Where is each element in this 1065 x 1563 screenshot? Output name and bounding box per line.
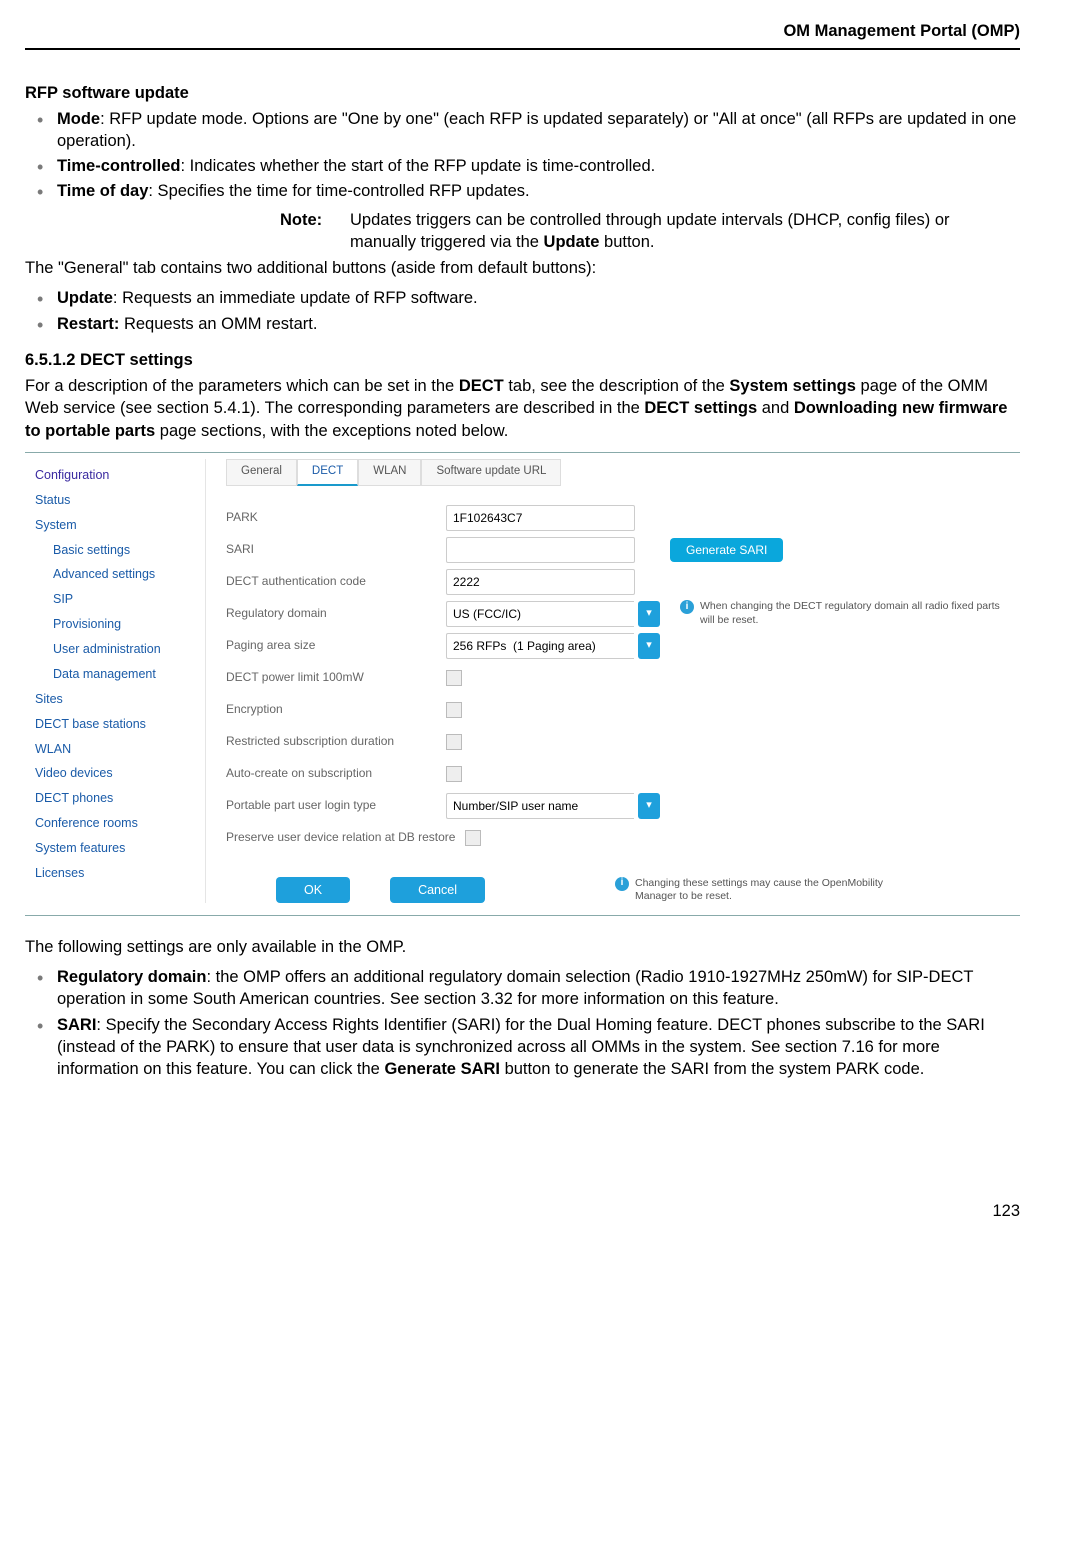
paging-select[interactable] [446,633,634,659]
sidebar-item-video[interactable]: Video devices [35,761,205,786]
encryption-label: Encryption [226,701,446,717]
chevron-down-icon[interactable]: ▾ [638,793,660,819]
sari-input[interactable] [446,537,635,563]
sidebar-item-sip[interactable]: SIP [53,587,205,612]
sidebar-item-advanced-settings[interactable]: Advanced settings [53,562,205,587]
sidebar-item-system[interactable]: System [35,513,205,538]
note-text: Updates triggers can be controlled throu… [350,209,1020,254]
dect-settings-para: For a description of the parameters whic… [25,375,1020,442]
omp-only-para: The following settings are only availabl… [25,936,1020,958]
omp-screenshot: Configuration Status System Basic settin… [25,452,1020,916]
info-icon: i [680,600,694,614]
sidebar-item-basic-settings[interactable]: Basic settings [53,538,205,563]
paging-label: Paging area size [226,637,446,653]
list-item: Restart: Requests an OMM restart. [55,313,1020,335]
generate-sari-button[interactable]: Generate SARI [670,538,783,562]
dect-settings-heading: 6.5.1.2 DECT settings [25,349,1020,371]
login-type-select[interactable] [446,793,634,819]
note-label: Note: [280,209,350,254]
sidebar-item-dect-base[interactable]: DECT base stations [35,712,205,737]
sidebar-item-status[interactable]: Status [35,488,205,513]
sidebar-item-licenses[interactable]: Licenses [35,861,205,886]
cancel-button[interactable]: Cancel [390,877,485,903]
general-buttons-list: Update: Requests an immediate update of … [25,287,1020,335]
note-block: Note: Updates triggers can be controlled… [25,209,1020,254]
tab-dect[interactable]: DECT [297,459,358,486]
park-input[interactable] [446,505,635,531]
power-limit-label: DECT power limit 100mW [226,669,446,685]
sidebar-item-sites[interactable]: Sites [35,687,205,712]
encryption-checkbox[interactable] [446,702,462,718]
sidebar-item-conference[interactable]: Conference rooms [35,811,205,836]
preserve-rel-label: Preserve user device relation at DB rest… [226,829,455,845]
chevron-down-icon[interactable]: ▾ [638,601,660,627]
list-item: SARI: Specify the Secondary Access Right… [55,1014,1020,1081]
auto-create-label: Auto-create on subscription [226,765,446,781]
info-icon: i [615,877,629,891]
sidebar-item-configuration[interactable]: Configuration [35,463,205,488]
auto-create-checkbox[interactable] [446,766,462,782]
park-label: PARK [226,509,446,525]
restricted-sub-checkbox[interactable] [446,734,462,750]
sari-label: SARI [226,541,446,557]
rfp-update-title: RFP software update [25,82,1020,104]
list-item: Regulatory domain: the OMP offers an add… [55,966,1020,1011]
auth-code-label: DECT authentication code [226,573,446,589]
list-item: Time of day: Specifies the time for time… [55,180,1020,202]
sidebar-item-data-mgmt[interactable]: Data management [53,662,205,687]
list-item: Mode: RFP update mode. Options are "One … [55,108,1020,153]
power-limit-checkbox[interactable] [446,670,462,686]
footer-warning: i Changing these settings may cause the … [615,877,905,903]
auth-code-input[interactable] [446,569,635,595]
rfp-update-list: Mode: RFP update mode. Options are "One … [25,108,1020,203]
sidebar-item-provisioning[interactable]: Provisioning [53,612,205,637]
tab-general[interactable]: General [226,459,297,486]
list-item: Update: Requests an immediate update of … [55,287,1020,309]
page-header: OM Management Portal (OMP) [25,20,1020,50]
reg-domain-label: Regulatory domain [226,605,446,621]
nav-sidebar: Configuration Status System Basic settin… [25,459,205,903]
sidebar-item-dect-phones[interactable]: DECT phones [35,786,205,811]
reg-domain-select[interactable] [446,601,634,627]
sidebar-item-features[interactable]: System features [35,836,205,861]
omp-only-list: Regulatory domain: the OMP offers an add… [25,966,1020,1080]
sidebar-item-user-admin[interactable]: User administration [53,637,205,662]
tab-wlan[interactable]: WLAN [358,459,421,486]
tab-software-update-url[interactable]: Software update URL [421,459,561,486]
list-item: Time-controlled: Indicates whether the s… [55,155,1020,177]
restricted-sub-label: Restricted subscription duration [226,733,446,749]
chevron-down-icon[interactable]: ▾ [638,633,660,659]
tab-bar: General DECT WLAN Software update URL [226,459,1010,486]
sidebar-item-wlan[interactable]: WLAN [35,737,205,762]
login-type-label: Portable part user login type [226,797,446,813]
general-tab-note: The "General" tab contains two additiona… [25,257,1020,279]
reg-domain-note: i When changing the DECT regulatory doma… [680,600,1010,626]
preserve-rel-checkbox[interactable] [465,830,481,846]
settings-panel: General DECT WLAN Software update URL PA… [205,459,1020,903]
ok-button[interactable]: OK [276,877,350,903]
page-number: 123 [25,1200,1020,1222]
